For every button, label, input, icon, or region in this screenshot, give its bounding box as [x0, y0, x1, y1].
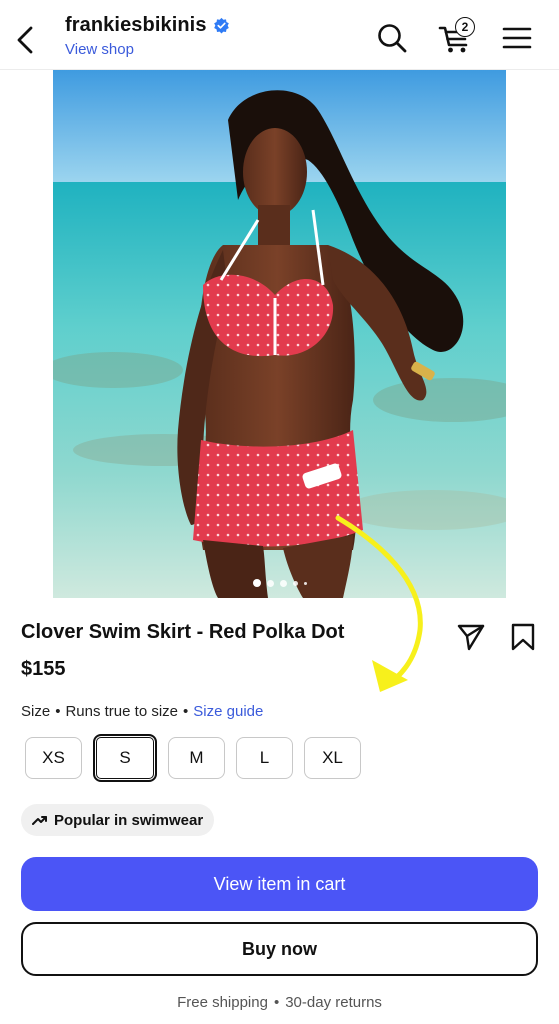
- size-option-m[interactable]: M: [168, 737, 225, 779]
- cart-count-badge: 2: [455, 17, 475, 37]
- pagination-dot[interactable]: [252, 579, 261, 587]
- pagination-dot[interactable]: [266, 579, 274, 587]
- popular-badge: Popular in swimwear: [21, 804, 215, 836]
- size-guide-link[interactable]: Size guide: [193, 703, 263, 720]
- share-button[interactable]: [454, 620, 488, 654]
- size-options: XS S M L XL: [25, 734, 361, 782]
- menu-icon: [502, 27, 532, 49]
- size-option-s[interactable]: S: [93, 734, 157, 782]
- pagination-dot[interactable]: [303, 581, 307, 585]
- product-title: Clover Swim Skirt - Red Polka Dot: [21, 621, 345, 643]
- send-icon: [457, 624, 485, 651]
- free-shipping-text: Free shipping: [177, 994, 268, 1011]
- shop-name[interactable]: frankiesbikinis: [65, 14, 207, 37]
- returns-text: 30-day returns: [285, 994, 382, 1011]
- size-info: Size • Runs true to size • Size guide: [21, 703, 264, 720]
- size-option-xs[interactable]: XS: [25, 737, 82, 779]
- product-price: $155: [21, 658, 66, 680]
- pagination-dot[interactable]: [292, 580, 298, 586]
- pagination-dot[interactable]: [279, 579, 287, 587]
- search-icon: [378, 24, 407, 53]
- menu-button[interactable]: [500, 18, 534, 58]
- back-icon: [17, 26, 33, 54]
- trending-up-icon: [32, 816, 47, 825]
- view-item-in-cart-button[interactable]: View item in cart: [21, 857, 538, 911]
- save-button[interactable]: [506, 620, 540, 654]
- view-shop-link[interactable]: View shop: [65, 41, 230, 58]
- verified-icon: [213, 17, 229, 34]
- buy-now-button[interactable]: Buy now: [21, 922, 538, 976]
- product-image[interactable]: [53, 70, 506, 598]
- fit-note: Runs true to size: [65, 703, 179, 720]
- shop-info: frankiesbikinis View shop: [65, 14, 230, 58]
- shipping-returns-note: Free shipping • 30-day returns: [177, 994, 382, 1011]
- size-option-l[interactable]: L: [236, 737, 293, 779]
- image-pagination-dots[interactable]: [53, 579, 506, 587]
- popular-badge-label: Popular in swimwear: [54, 811, 204, 829]
- cart-button[interactable]: 2: [438, 17, 475, 58]
- bookmark-icon: [511, 623, 535, 651]
- product-photo-illustration: [53, 70, 506, 598]
- search-button[interactable]: [375, 18, 409, 58]
- size-option-xl[interactable]: XL: [304, 737, 361, 779]
- top-bar: frankiesbikinis View shop 2: [0, 0, 559, 70]
- back-button[interactable]: [10, 22, 40, 58]
- size-label: Size: [21, 703, 51, 720]
